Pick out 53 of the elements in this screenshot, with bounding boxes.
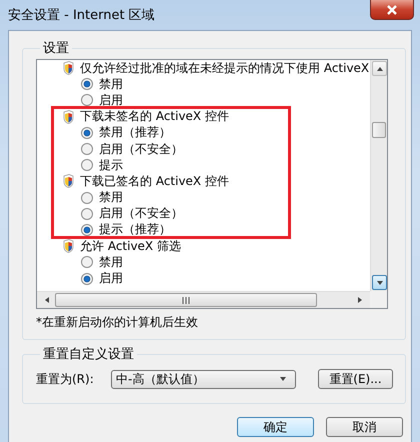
radio-button[interactable] [81,224,93,236]
option-label[interactable]: 禁用 [99,256,123,269]
scroll-thumb[interactable] [372,122,386,138]
scrollbar-corner [370,291,387,308]
up-arrow-icon [376,64,384,72]
radio-button[interactable] [81,192,93,204]
group-title: 重置自定义设置 [42,346,135,363]
reset-label: 重置为(R): [36,370,95,388]
scroll-down-button[interactable] [372,275,387,290]
setting-title: 下载已签名的 ActiveX 控件 [80,174,229,188]
option-label[interactable]: 启用 [99,94,123,107]
level-dropdown[interactable]: 中-高（默认值） [111,370,296,388]
dialog-button[interactable]: 确定 [237,417,314,437]
setting-title: 下载未签名的 ActiveX 控件 [80,110,229,124]
horizontal-scrollbar[interactable] [37,291,370,308]
option-label[interactable]: 提示 [99,158,123,172]
radio-button[interactable] [81,159,93,172]
right-arrow-icon [356,296,364,304]
radio-button[interactable] [81,272,93,285]
shield-icon [63,110,74,124]
radio-button[interactable] [81,143,93,156]
radio-button[interactable] [81,94,93,106]
close-icon [387,4,397,14]
window-title: 安全设置 - Internet 区域 [8,7,155,24]
radio-button[interactable] [81,78,93,90]
group-title: 设置 [42,40,70,57]
radio-button[interactable] [81,208,93,220]
scroll-up-button[interactable] [372,61,387,76]
scroll-thumb[interactable] [55,293,317,307]
vertical-scrollbar[interactable] [370,60,387,291]
reset-button[interactable]: 重置(E)... [318,369,393,389]
option-label[interactable]: 禁用 [99,78,123,91]
option-label[interactable]: 启用 [99,272,123,286]
option-label[interactable]: 启用（不安全） [99,207,183,220]
down-arrow-icon [376,278,384,286]
option-label[interactable]: 禁用（推荐） [99,126,171,140]
grip-icon [182,296,190,304]
restart-note: *在重新启动你的计算机后生效 [36,314,199,331]
close-button[interactable] [370,0,414,20]
dialog-button[interactable]: 取消 [326,417,403,437]
radio-button[interactable] [81,256,93,268]
setting-title: 允许 ActiveX 筛选 [80,240,181,253]
option-label[interactable]: 禁用 [99,191,123,204]
shield-icon [63,239,74,254]
left-arrow-icon [43,296,51,304]
shield-icon [63,61,74,76]
radio-button[interactable] [81,126,93,139]
option-label[interactable]: 提示（推荐） [99,223,171,236]
setting-title: 仅允许经过批准的域在未经提示的情况下使用 ActiveX [80,62,370,75]
shield-icon [63,174,74,188]
option-label[interactable]: 启用（不安全） [99,142,183,156]
settings-tree[interactable]: 仅允许经过批准的域在未经提示的情况下使用 ActiveX 禁用 启用 下载未签名的 ActiveX 控件 禁用（推荐） 启用（不安全） 提示 下载已签名的 ActiveX 控件 禁用 启用（不安全） 提示（推荐） 允许 ActiveX 筛选 禁用 启用 [36,59,388,309]
caret-icon [279,375,287,383]
